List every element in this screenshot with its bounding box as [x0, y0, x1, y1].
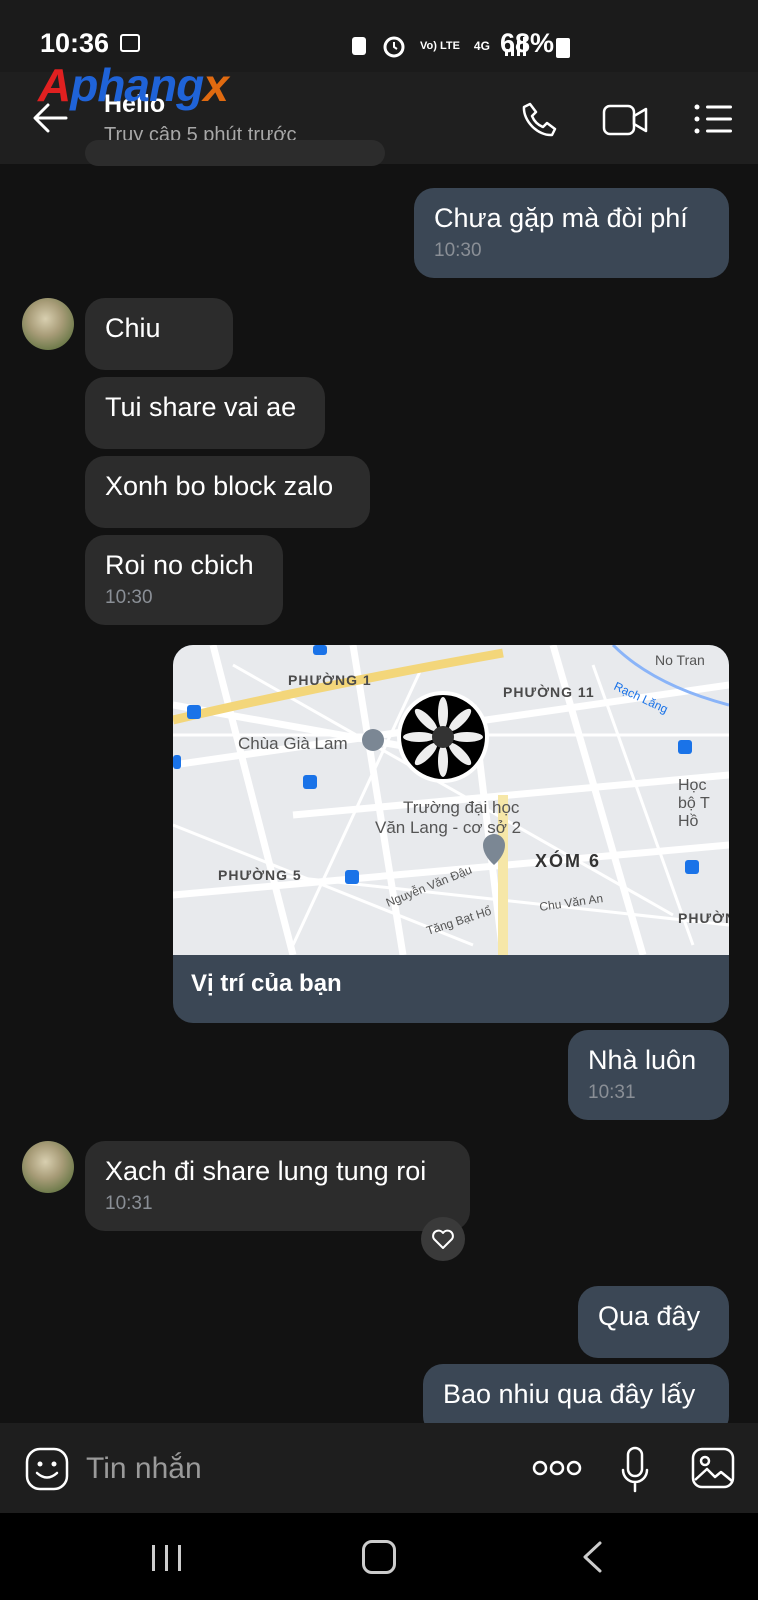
map-label: PHƯỜNG 5	[218, 866, 302, 883]
avatar[interactable]	[22, 1141, 74, 1193]
message-time: 10:30	[434, 240, 482, 261]
home-icon[interactable]	[362, 1540, 396, 1574]
microphone-icon[interactable]	[620, 1446, 650, 1494]
reaction-heart-button[interactable]	[421, 1217, 465, 1261]
avatar[interactable]	[22, 298, 74, 350]
message-text: Chiu	[105, 313, 161, 343]
image-gallery-icon[interactable]	[690, 1446, 736, 1490]
message-text: Xach đi share lung tung roi	[105, 1156, 427, 1186]
map-label: XÓM 6	[535, 850, 601, 871]
previous-message-bubble	[85, 140, 385, 166]
message-text: Qua đây	[598, 1301, 701, 1331]
message-text: Tui share vai ae	[105, 392, 297, 422]
watermark-logo: Aphangx	[38, 59, 229, 111]
message-text: Bao nhiu qua đây lấy	[443, 1379, 696, 1409]
shield-icon	[352, 37, 366, 55]
map-label: PHƯỜNG 1	[288, 671, 372, 688]
network-type: 4G	[473, 39, 490, 53]
message-time: 10:30	[105, 587, 153, 608]
map-label: Học	[678, 777, 706, 794]
status-time: 10:36	[40, 28, 110, 58]
message-time: 10:31	[105, 1193, 153, 1214]
user-location-pin-icon	[397, 691, 489, 783]
battery-percent: 68%	[500, 28, 555, 58]
phone-call-icon[interactable]	[520, 100, 560, 140]
message-text: Roi no cbich	[105, 550, 254, 580]
map-label: Trường đại học	[403, 798, 520, 817]
message-bubble-received[interactable]: Xonh bo block zalo	[85, 456, 370, 528]
message-text: Nhà luôn	[588, 1045, 697, 1075]
message-text: Chưa gặp mà đòi phí	[434, 203, 688, 233]
message-bubble-received[interactable]: Roi no cbich 10:30	[85, 535, 283, 625]
volte-icon: Vo) LTE	[420, 39, 460, 52]
map-label: PHƯỜNG	[678, 909, 729, 926]
message-time: 10:31	[588, 1082, 636, 1103]
map-label: bộ T	[678, 795, 710, 812]
video-call-icon[interactable]	[602, 102, 650, 138]
emoji-sticker-icon[interactable]	[24, 1446, 70, 1492]
location-caption: Vị trí của bạn	[191, 970, 342, 997]
map-label: No Tran	[655, 652, 705, 668]
map-label: Văn Lang - cơ sở 2	[375, 818, 521, 837]
menu-list-icon[interactable]	[694, 104, 734, 134]
map-label: PHƯỜNG 11	[503, 683, 595, 700]
message-bubble-sent[interactable]: Chưa gặp mà đòi phí 10:30	[414, 188, 729, 278]
message-bubble-sent[interactable]: Nhà luôn 10:31	[568, 1030, 729, 1120]
map-label: Chùa Già Lam	[238, 734, 348, 753]
alarm-icon	[383, 36, 405, 58]
nav-back-icon[interactable]	[580, 1540, 604, 1574]
message-text: Xonh bo block zalo	[105, 471, 334, 501]
location-message-card[interactable]: PHƯỜNG 1 PHƯỜNG 11 PHƯỜNG 5 PHƯỜNG Chùa …	[173, 645, 729, 1023]
more-options-icon[interactable]	[532, 1460, 582, 1476]
location-map[interactable]: PHƯỜNG 1 PHƯỜNG 11 PHƯỜNG 5 PHƯỜNG Chùa …	[173, 645, 729, 955]
gallery-notification-icon	[120, 34, 140, 52]
message-bubble-received[interactable]: Chiu	[85, 298, 233, 370]
map-label: Hồ	[678, 813, 699, 830]
heart-icon	[432, 1229, 454, 1249]
battery-icon	[556, 38, 570, 58]
message-bubble-sent[interactable]: Qua đây	[578, 1286, 729, 1358]
message-bubble-received[interactable]: Tui share vai ae	[85, 377, 325, 449]
message-input[interactable]	[84, 1446, 488, 1492]
message-bubble-received[interactable]: Xach đi share lung tung roi 10:31	[85, 1141, 470, 1231]
recent-apps-icon[interactable]	[150, 1543, 184, 1573]
